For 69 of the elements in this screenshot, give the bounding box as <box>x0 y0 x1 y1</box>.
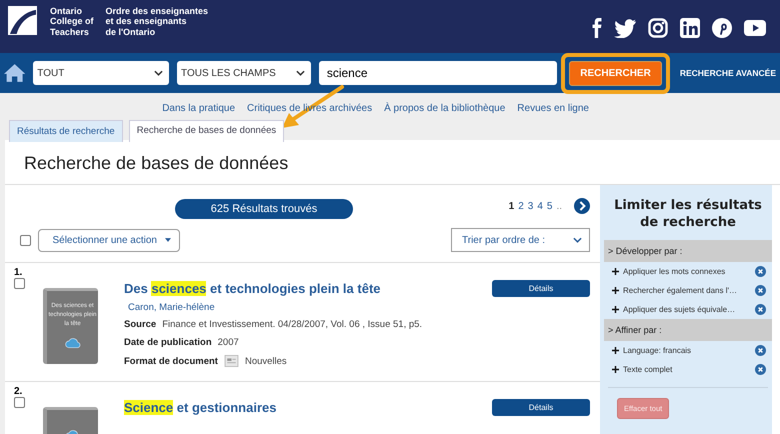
result-title[interactable]: Des sciences et technologies plein la tête <box>124 281 480 296</box>
page-link[interactable]: 3 <box>528 200 534 212</box>
plus-icon <box>612 287 619 294</box>
field-value: Finance et Investissement. 04/28/2007, Vol. 06 , Issue 51, p5. <box>162 319 422 330</box>
remove-icon[interactable] <box>755 304 766 315</box>
result-checkbox[interactable] <box>14 278 25 289</box>
facet-item[interactable]: Texte complet <box>623 365 751 374</box>
field-label: Format de document <box>124 356 218 366</box>
details-button[interactable]: Détails <box>492 399 590 416</box>
plus-icon <box>612 306 619 313</box>
details-button[interactable]: Détails <box>492 280 590 297</box>
logo-icon <box>8 6 37 35</box>
results-count-badge: 625 Résultats trouvés <box>175 199 353 219</box>
field-value: Nouvelles <box>244 356 287 366</box>
next-page-icon[interactable] <box>574 198 590 214</box>
field-value: 2007 <box>218 337 239 348</box>
chevron-icon <box>573 237 582 243</box>
result-title[interactable]: Science et gestionnaires <box>124 400 480 415</box>
remove-icon[interactable] <box>755 364 766 375</box>
chevron-icon <box>296 70 305 76</box>
sort-dropdown[interactable]: Trier par ordre de : <box>451 228 590 252</box>
plus-icon <box>612 268 619 275</box>
result-checkbox[interactable] <box>14 397 25 408</box>
field-label: Date de publication <box>124 337 212 348</box>
tab[interactable]: Résultats de recherche <box>9 120 123 142</box>
result-number: 2. <box>14 386 24 397</box>
logo-english-text: Ontario College of Teachers <box>50 6 94 38</box>
facet-heading[interactable]: > Affiner par : <box>604 319 772 341</box>
nav-link[interactable]: Dans la pratique <box>162 103 236 114</box>
pinterest-icon[interactable] <box>712 18 732 38</box>
facet-heading[interactable]: > Développer par : <box>604 240 772 262</box>
instagram-icon[interactable] <box>648 18 668 38</box>
nav-link[interactable]: Revues en ligne <box>517 103 589 114</box>
remove-icon[interactable] <box>755 266 766 277</box>
home-icon[interactable] <box>4 63 26 83</box>
facet-item[interactable]: Language: francais <box>623 346 751 355</box>
tab[interactable]: Recherche de bases de données <box>128 120 284 142</box>
page-link[interactable]: 2 <box>518 200 524 212</box>
caret-icon <box>165 238 171 242</box>
linkedin-icon[interactable] <box>680 18 700 38</box>
chevron-icon <box>154 70 164 76</box>
twitter-icon[interactable] <box>614 18 636 38</box>
scope-dropdown[interactable]: TOUT <box>33 61 170 85</box>
more-pages-text: .. <box>556 200 562 212</box>
plus-icon <box>612 347 619 354</box>
page-link[interactable]: 4 <box>537 200 543 212</box>
facet-item[interactable]: Appliquer des sujets équivale… <box>623 305 751 314</box>
nav-link[interactable]: À propos de la bibliothèque <box>384 103 506 114</box>
page-link[interactable]: 1 <box>508 200 514 212</box>
document-icon <box>224 355 239 367</box>
cloud-icon <box>64 337 80 349</box>
facebook-icon[interactable] <box>592 18 602 38</box>
select-all-checkbox[interactable] <box>20 234 31 246</box>
plus-icon <box>612 366 619 373</box>
field-label: Source <box>124 319 156 330</box>
youtube-icon[interactable] <box>744 18 766 38</box>
sidebar-title: Limiter les résultats de recherche <box>613 197 763 232</box>
action-dropdown[interactable]: Sélectionner une action <box>38 228 180 252</box>
page-link[interactable]: 5 <box>546 200 552 212</box>
facet-item[interactable]: Rechercher également dans l'… <box>623 286 751 295</box>
search-field[interactable]: science <box>318 61 558 85</box>
logo-french-text: Ordre des enseignantes et des enseignants de l'Ontario <box>106 6 208 38</box>
facet-item[interactable]: Appliquer les mots connexes <box>623 267 751 276</box>
field-dropdown[interactable]: TOUS LES CHAMPS <box>177 61 311 85</box>
advanced-search-link[interactable]: RECHERCHE AVANCÉE <box>680 68 776 78</box>
remove-icon[interactable] <box>755 285 766 296</box>
author-link[interactable]: Caron, Marie-hélène <box>128 302 480 313</box>
result-number: 1. <box>14 267 24 278</box>
remove-icon[interactable] <box>755 345 766 356</box>
